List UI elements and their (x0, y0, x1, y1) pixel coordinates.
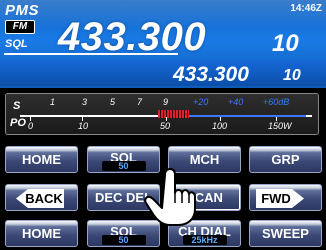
fwd-button[interactable]: FWD (249, 184, 322, 211)
s-scale-9: 9 (163, 97, 169, 107)
grp-button-label: GRP (271, 152, 300, 167)
sweep-button-label: SWEEP (262, 226, 309, 241)
back-button-label: BACK (25, 191, 63, 206)
hand-pointer-icon (144, 168, 196, 226)
po-scale-50: 50 (160, 121, 171, 131)
sub-frequency[interactable]: 433.300 (173, 64, 249, 85)
mode-badge: FM (5, 20, 35, 34)
fwd-button-label: FWD (261, 191, 291, 206)
main-frequency-fine: 10 (272, 30, 299, 57)
s-scale-7: 7 (137, 97, 143, 107)
home-button-2[interactable]: HOME (5, 220, 78, 247)
sub-band-panel (0, 60, 326, 86)
po-scale-0: 0 (28, 121, 34, 131)
radio-display: PMS 14:46Z FM SQL 433.300 10 433.300 10 … (0, 0, 326, 250)
back-arrow-icon: BACK (16, 189, 64, 208)
main-frequency[interactable]: 433.300 (58, 17, 206, 57)
s-scale-plus60: +60dB (263, 97, 290, 107)
sql-button-value: 50 (101, 161, 146, 171)
sql-button-2-value: 50 (101, 235, 146, 245)
s-scale-plus40: +40 (228, 97, 244, 107)
home-button[interactable]: HOME (5, 146, 78, 173)
fwd-arrow-icon: FWD (256, 189, 304, 208)
pms-indicator: PMS (5, 2, 40, 19)
s-scale-5: 5 (110, 97, 116, 107)
sub-frequency-fine: 10 (283, 67, 301, 84)
s-scale-1: 1 (50, 97, 56, 107)
sweep-button[interactable]: SWEEP (249, 220, 322, 247)
back-button[interactable]: BACK (5, 184, 78, 211)
mch-button-label: MCH (189, 152, 220, 167)
sql-indicator: SQL (5, 38, 28, 50)
grp-button[interactable]: GRP (249, 146, 322, 173)
home-button-2-label: HOME (22, 226, 61, 241)
s-scale-3: 3 (82, 97, 88, 107)
po-scale-100: 100 (212, 121, 228, 131)
home-button-label: HOME (22, 152, 61, 167)
s-po-meter: S PO 1 3 5 7 9 +20 +40 +60dB 0 10 50 100… (5, 93, 319, 135)
po-label: PO (10, 117, 26, 129)
po-scale-10: 10 (78, 121, 89, 131)
ch-dial-step-value: 25kHz (182, 235, 227, 245)
signal-level-bar (158, 110, 190, 118)
clock: 14:46Z (290, 3, 322, 14)
po-scale-150w: 150W (268, 121, 292, 131)
s-scale-plus20: +20 (193, 97, 209, 107)
s-label: S (13, 100, 21, 112)
